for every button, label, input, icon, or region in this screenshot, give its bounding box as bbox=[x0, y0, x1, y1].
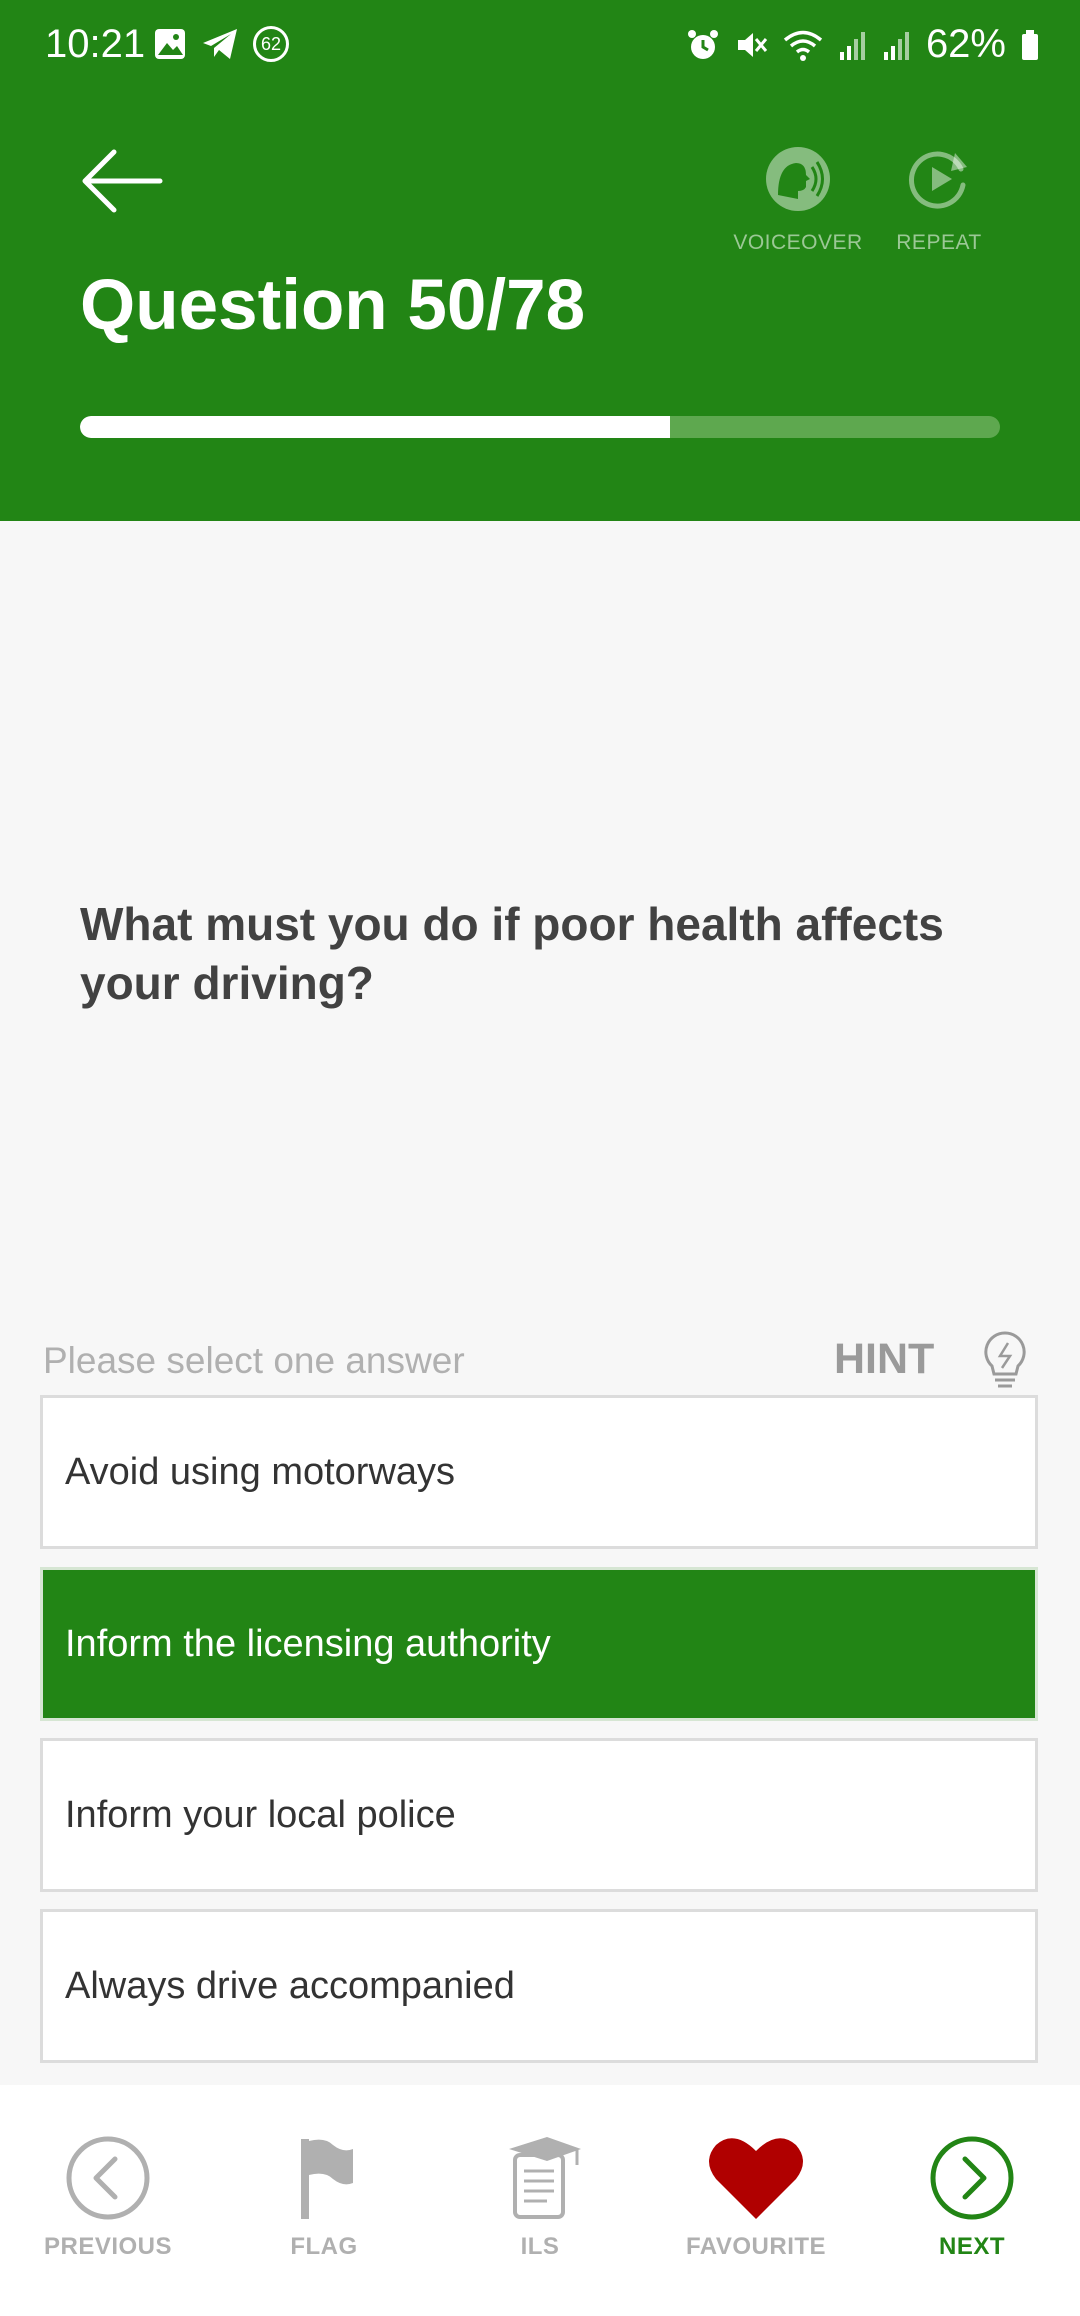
previous-button[interactable]: PREVIOUS bbox=[8, 2135, 208, 2261]
header: 10:21 62 62% VOICEOVER REPEAT Question 5… bbox=[0, 0, 1080, 521]
question-progress-bar bbox=[80, 416, 1000, 438]
back-arrow-icon[interactable] bbox=[80, 148, 164, 214]
favourite-button[interactable]: FAVOURITE bbox=[656, 2135, 856, 2261]
bottom-navigation: PREVIOUS FLAG ILS FAVOURITE NEXT bbox=[0, 2085, 1080, 2316]
ils-label: ILS bbox=[520, 2233, 560, 2260]
flag-icon bbox=[301, 2139, 353, 2219]
notification-count-badge: 62 bbox=[253, 26, 289, 62]
repeat-button[interactable]: REPEAT bbox=[874, 145, 1004, 255]
ils-button[interactable]: ILS bbox=[440, 2135, 640, 2261]
answer-label: Avoid using motorways bbox=[65, 1450, 456, 1493]
battery-icon bbox=[1022, 29, 1038, 60]
question-number-title: Question 50/78 bbox=[80, 266, 586, 345]
alarm-icon bbox=[687, 29, 718, 59]
answer-option-selected[interactable]: Inform the licensing authority bbox=[40, 1567, 1038, 1721]
chevron-right-circle-icon bbox=[930, 2136, 1014, 2220]
answer-option[interactable]: Always drive accompanied bbox=[40, 1909, 1038, 2063]
status-bar: 10:21 62 62% bbox=[0, 0, 1080, 90]
status-time: 10:21 bbox=[45, 22, 146, 66]
voiceover-button[interactable]: VOICEOVER bbox=[733, 145, 863, 255]
voiceover-label: VOICEOVER bbox=[733, 231, 863, 254]
mute-icon bbox=[737, 32, 768, 57]
telegram-icon bbox=[203, 29, 237, 59]
answer-option[interactable]: Avoid using motorways bbox=[40, 1395, 1038, 1549]
battery-percent: 62% bbox=[925, 22, 1006, 66]
lightbulb-icon[interactable] bbox=[980, 1330, 1030, 1390]
answer-label: Inform the licensing authority bbox=[65, 1622, 551, 1665]
next-label: NEXT bbox=[938, 2233, 1005, 2260]
signal-icon-2 bbox=[883, 31, 909, 60]
chevron-left-circle-icon bbox=[66, 2136, 150, 2220]
answer-label: Always drive accompanied bbox=[65, 1964, 515, 2007]
select-prompt: Please select one answer bbox=[43, 1340, 465, 1381]
signal-icon bbox=[839, 31, 865, 60]
hint-button[interactable]: HINT bbox=[834, 1335, 934, 1384]
wifi-icon bbox=[783, 30, 823, 61]
repeat-label: REPEAT bbox=[896, 231, 982, 254]
favourite-label: FAVOURITE bbox=[685, 2233, 827, 2260]
answer-label: Inform your local police bbox=[65, 1793, 456, 1836]
repeat-icon bbox=[908, 151, 967, 209]
status-right: 62% bbox=[686, 22, 1040, 67]
graduation-document-icon bbox=[509, 2137, 581, 2219]
progress-fill bbox=[80, 416, 670, 438]
flag-label: FLAG bbox=[290, 2233, 358, 2260]
gallery-icon bbox=[155, 29, 185, 59]
next-button[interactable]: NEXT bbox=[872, 2135, 1072, 2261]
heart-icon bbox=[709, 2138, 803, 2219]
previous-label: PREVIOUS bbox=[43, 2233, 173, 2260]
voiceover-icon bbox=[766, 147, 830, 211]
question-text: What must you do if poor health affects … bbox=[80, 898, 944, 1009]
status-left-icons: 62 bbox=[153, 26, 289, 62]
answer-option[interactable]: Inform your local police bbox=[40, 1738, 1038, 1892]
flag-button[interactable]: FLAG bbox=[224, 2135, 424, 2261]
